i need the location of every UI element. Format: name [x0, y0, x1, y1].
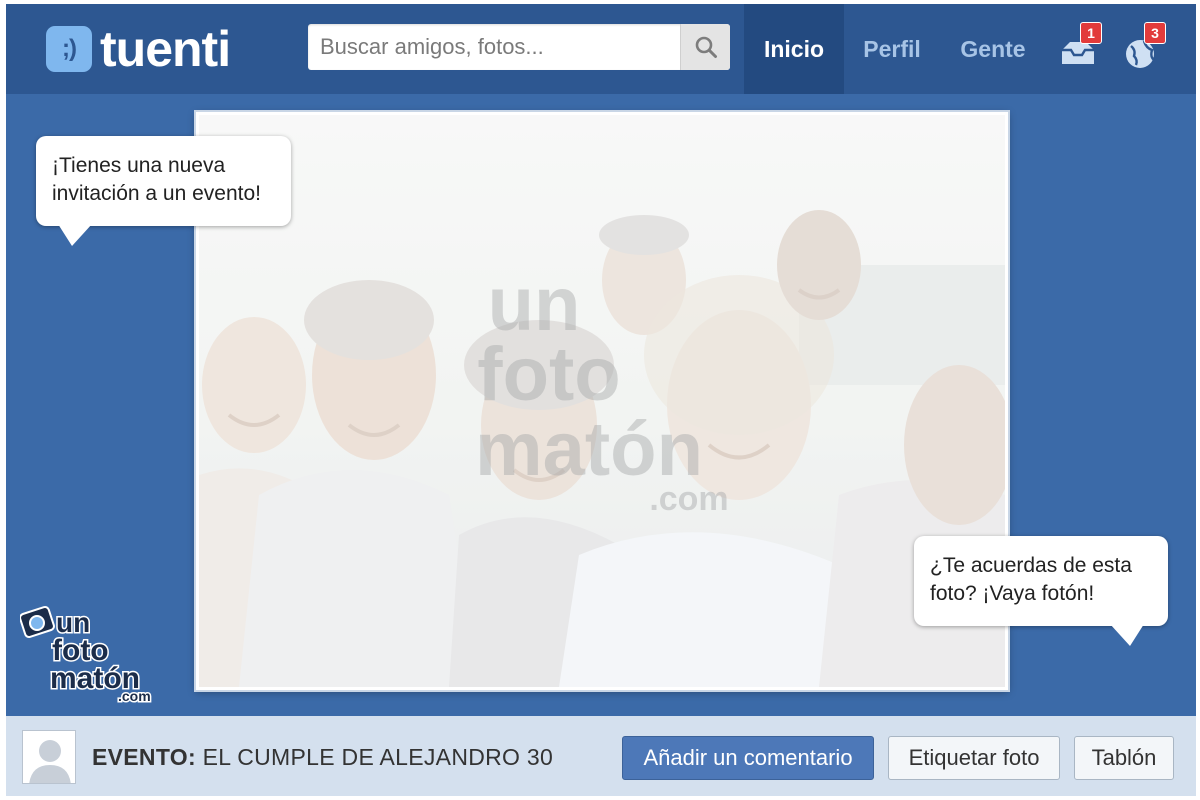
bubble-tail: [58, 224, 92, 246]
tuenti-logo[interactable]: ;) tuenti: [46, 21, 231, 77]
tuenti-photo-frame: ;) tuenti Inicio Perfil Gente 1: [6, 4, 1196, 796]
event-bottom-bar: EVENTO: EL CUMPLE DE ALEJANDRO 30 Añadir…: [6, 716, 1196, 796]
event-title: EVENTO: EL CUMPLE DE ALEJANDRO 30: [92, 744, 553, 771]
camera-icon: [19, 605, 55, 639]
tag-photo-button[interactable]: Etiquetar foto: [888, 736, 1060, 780]
logo-text: tuenti: [100, 21, 231, 77]
messages-badge: 1: [1080, 22, 1102, 44]
group-selfie-photo: un foto matón .com: [199, 115, 1005, 687]
avatar[interactable]: [22, 730, 76, 784]
bubble-left-line2: invitación a un evento!: [52, 182, 261, 205]
event-name: EL CUMPLE DE ALEJANDRO 30: [202, 744, 554, 770]
event-label: EVENTO:: [92, 744, 196, 770]
events-notification[interactable]: 3: [1120, 22, 1168, 72]
search-icon: [695, 36, 717, 58]
search-button[interactable]: [680, 24, 730, 70]
add-comment-button[interactable]: Añadir un comentario: [622, 736, 874, 780]
bubble-right-line1: ¿Te acuerdas de esta: [930, 554, 1132, 577]
search-box: [308, 24, 730, 70]
watermark-line2: foto: [477, 332, 620, 417]
top-navigation-bar: ;) tuenti Inicio Perfil Gente 1: [6, 4, 1196, 94]
brand-line4: .com: [118, 688, 151, 704]
event-photo[interactable]: un foto matón .com: [196, 112, 1008, 690]
remember-photo-bubble: ¿Te acuerdas de esta foto? ¡Vaya fotón!: [914, 536, 1168, 646]
unfotomaton-logo: un foto matón .com: [19, 604, 170, 706]
watermark-line4: .com: [649, 480, 728, 518]
bubble-tail: [1110, 624, 1144, 646]
nav-perfil[interactable]: Perfil: [852, 4, 932, 94]
wall-button[interactable]: Tablón: [1074, 736, 1174, 780]
bubble-right-line2: foto? ¡Vaya fotón!: [930, 582, 1095, 605]
messages-notification[interactable]: 1: [1056, 22, 1104, 72]
nav-gente[interactable]: Gente: [948, 4, 1038, 94]
events-badge: 3: [1144, 22, 1166, 44]
unfotomaton-logo-art: un foto matón .com: [19, 605, 152, 706]
logo-badge: ;): [46, 26, 92, 72]
search-input[interactable]: [308, 24, 680, 70]
event-invitation-bubble: ¡Tienes una nueva invitación a un evento…: [36, 136, 291, 246]
bubble-left-line1: ¡Tienes una nueva: [52, 154, 226, 177]
default-user-icon: [23, 731, 75, 783]
nav-inicio[interactable]: Inicio: [744, 4, 844, 94]
